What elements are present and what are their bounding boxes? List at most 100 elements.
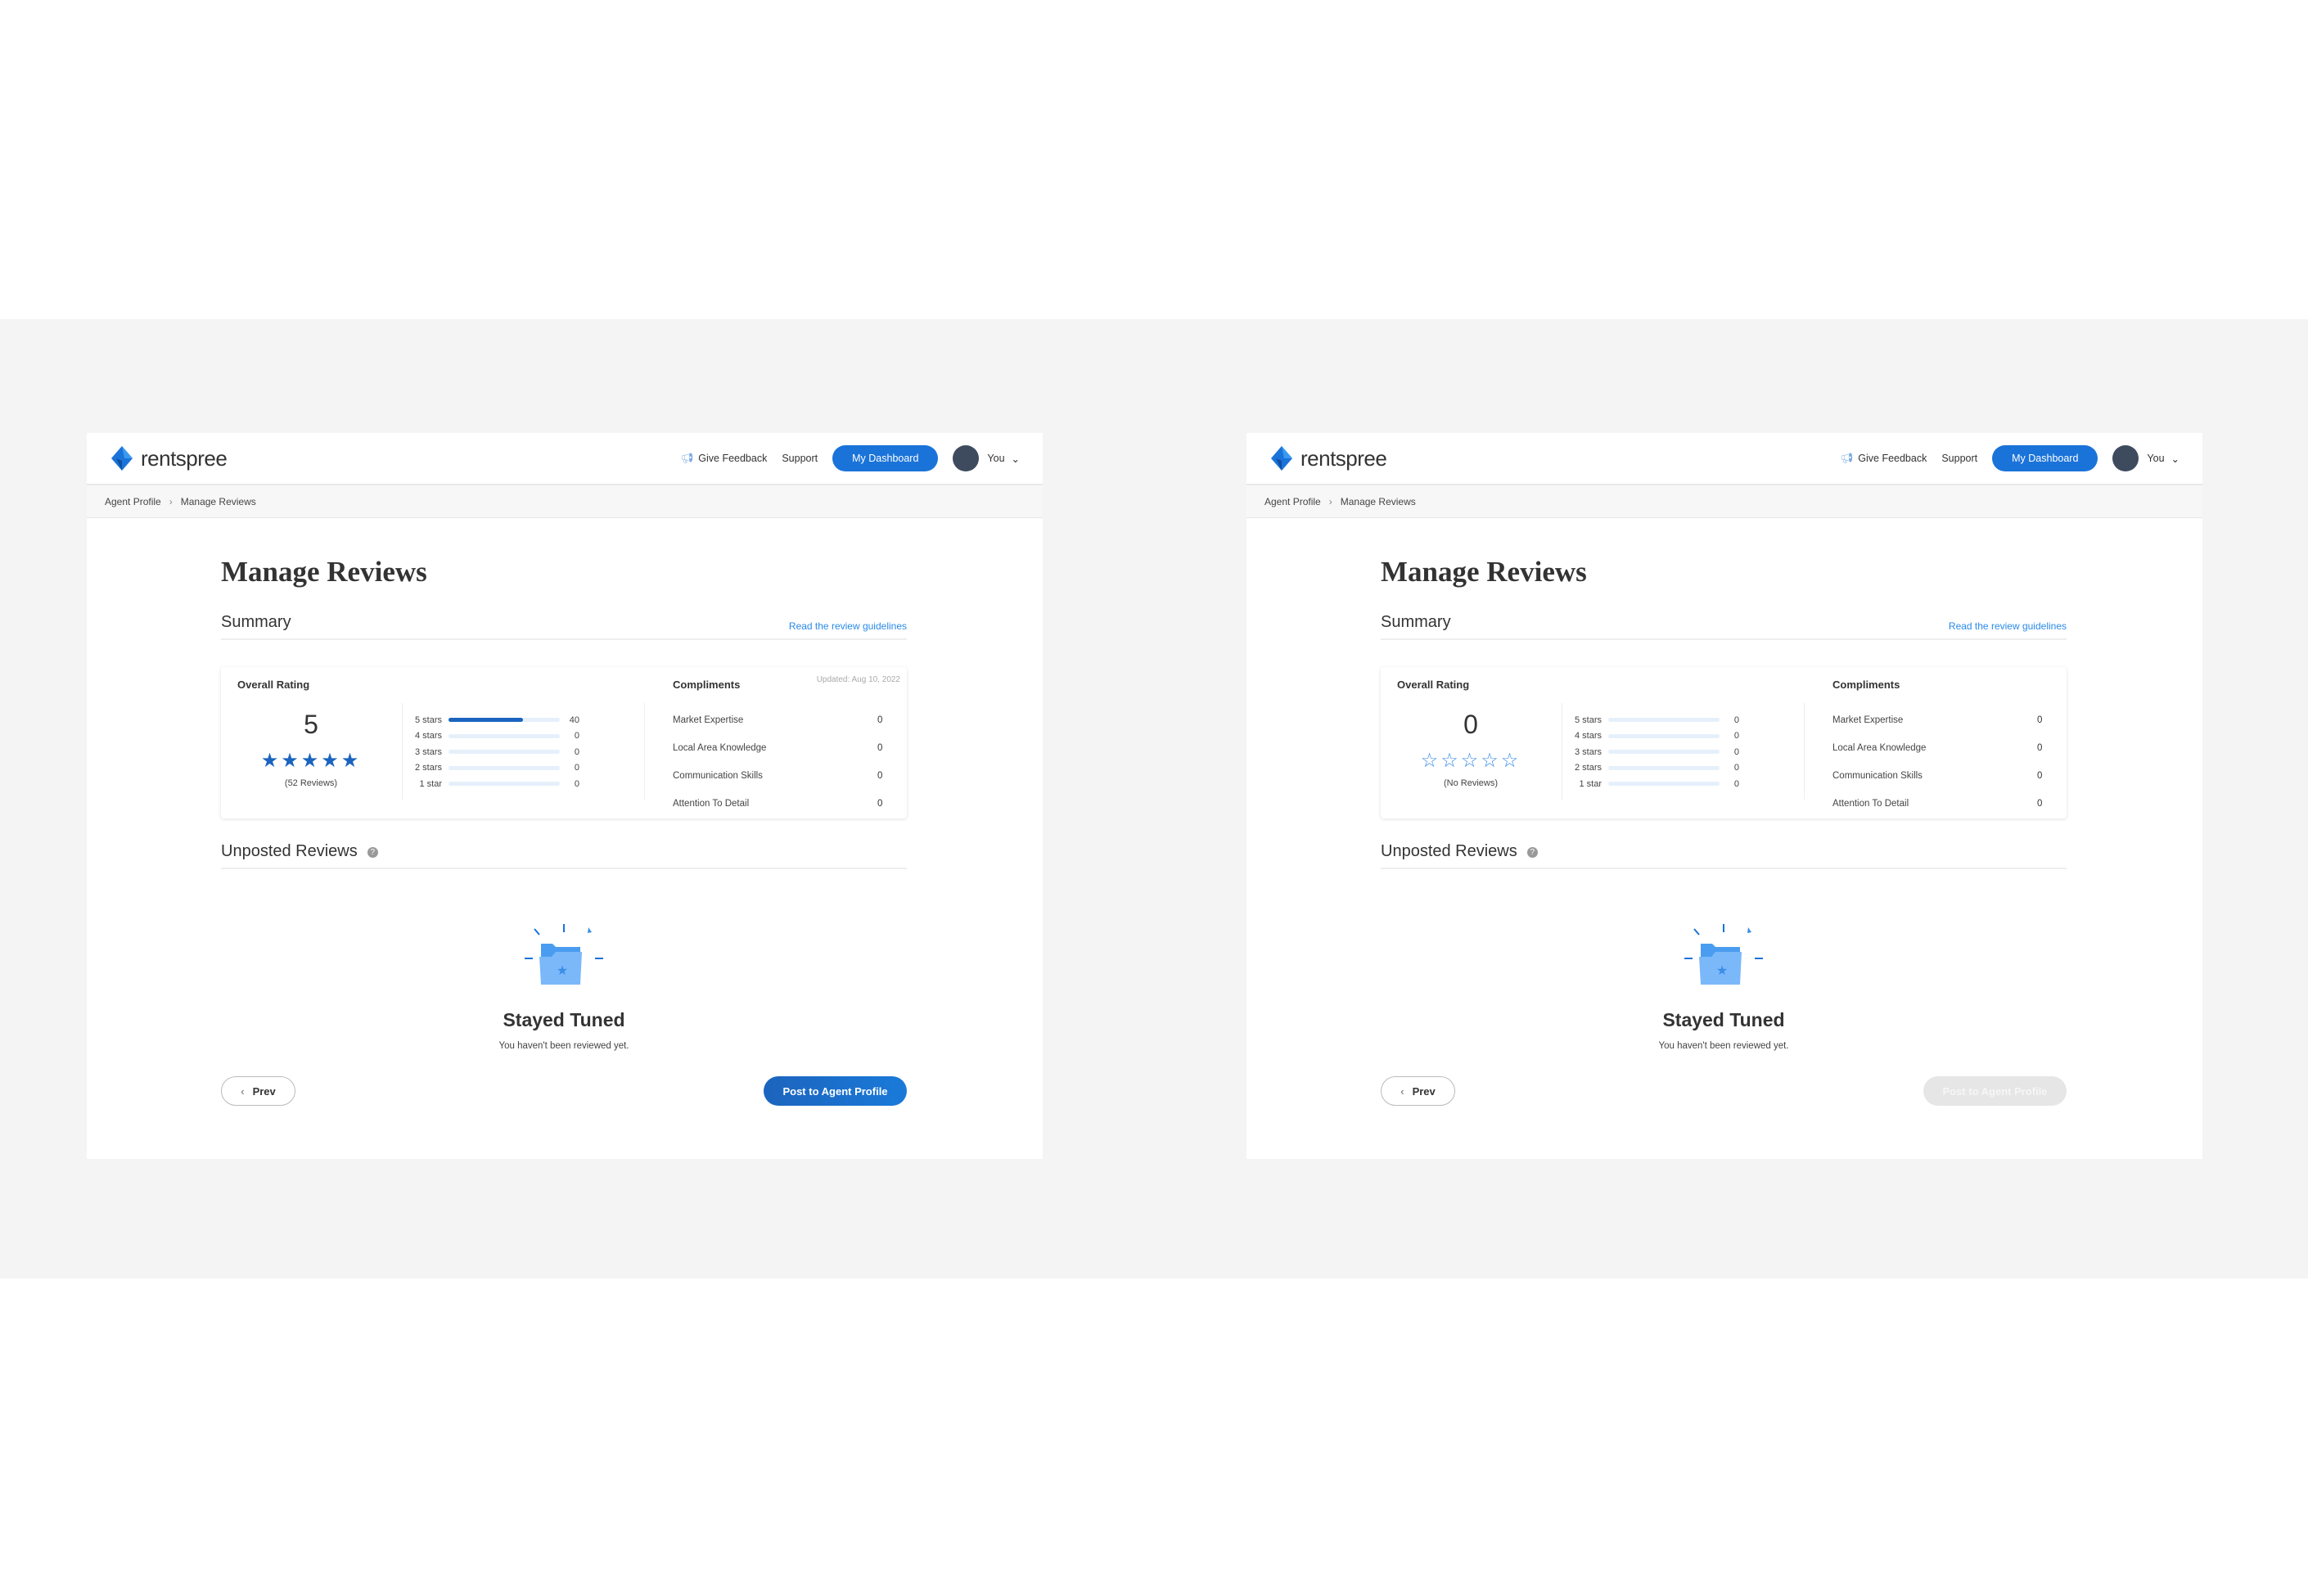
distribution-bar (1608, 765, 1720, 770)
review-guidelines-link[interactable]: Read the review guidelines (1949, 620, 2067, 632)
distribution-row: 3 stars 0 (409, 744, 581, 760)
feedback-label: Give Feedback (698, 453, 768, 464)
distribution-bar (449, 733, 560, 738)
distribution-label: 4 stars (1574, 731, 1602, 742)
star-filled-icon: ★ (260, 750, 282, 772)
rating-distribution: 5 stars 0 4 stars 0 3 stars 0 2 stars 0 1 star 0 (1569, 712, 1741, 792)
post-to-agent-profile-button[interactable]: Post to Agent Profile (1923, 1076, 2067, 1106)
breadcrumb-agent-profile[interactable]: Agent Profile (105, 496, 161, 507)
help-icon[interactable]: ? (1526, 847, 1538, 858)
compliments-list: Market Expertise 0 Local Area Knowledge 0 Co… (673, 706, 894, 818)
user-name: You (987, 453, 1005, 464)
distribution-value: 0 (574, 746, 579, 757)
star-filled-icon: ★ (300, 750, 322, 772)
compliment-value: 0 (877, 771, 883, 781)
empty-state-text: You haven't been reviewed yet. (1658, 1041, 1789, 1051)
summary-card: Overall Rating Updated: Aug 10, 2022 5 ★… (221, 667, 907, 818)
summary-heading: Summary (1381, 613, 1451, 631)
compliment-value: 0 (2037, 771, 2043, 781)
prev-button[interactable]: ‹ Prev (221, 1076, 295, 1106)
compliment-label: Market Expertise (673, 715, 744, 725)
distribution-label: 3 stars (1574, 746, 1602, 757)
overall-rating-label: Overall Rating (1397, 679, 1470, 691)
distribution-label: 1 star (419, 778, 442, 789)
distribution-row: 4 stars 0 (409, 728, 581, 745)
distribution-row: 5 stars 40 (409, 712, 581, 728)
divider (644, 703, 645, 800)
logo-icon (1271, 446, 1292, 471)
compliments-label: Compliments (1832, 679, 1900, 691)
support-link[interactable]: Support (782, 453, 818, 464)
star-filled-icon: ★ (281, 750, 301, 772)
manage-reviews-panel: rentspree 📢︎ Give Feedback Support My Das… (87, 433, 1043, 1159)
compliment-label: Communication Skills (1832, 771, 1923, 781)
distribution-bar (449, 765, 560, 770)
my-dashboard-button[interactable]: My Dashboard (1992, 445, 2098, 471)
compliment-row: Communication Skills 0 (1832, 762, 2053, 790)
review-guidelines-link[interactable]: Read the review guidelines (789, 620, 907, 632)
distribution-label: 2 stars (414, 763, 442, 773)
distribution-value: 40 (569, 715, 579, 725)
distribution-value: 0 (1733, 778, 1739, 789)
give-feedback-link[interactable]: 📢︎ Give Feedback (1840, 453, 1927, 465)
post-to-agent-profile-button[interactable]: Post to Agent Profile (764, 1076, 907, 1106)
star-outline-icon: ☆ (1420, 750, 1441, 772)
logo-text: rentspree (141, 445, 228, 471)
my-dashboard-button[interactable]: My Dashboard (832, 445, 939, 471)
review-count: (No Reviews) (1443, 778, 1498, 788)
distribution-label: 5 stars (414, 715, 442, 725)
compliment-row: Attention To Detail 0 (673, 790, 894, 818)
summary-card: Overall Rating 0 ☆☆☆☆☆ (No Reviews) 5 st… (1381, 667, 2067, 818)
compliment-row: Market Expertise 0 (673, 706, 894, 734)
empty-state-title: Stayed Tuned (1662, 1009, 1785, 1030)
megaphone-icon: 📢︎ (680, 452, 694, 464)
chevron-left-icon: ‹ (241, 1084, 245, 1098)
distribution-bar (1608, 733, 1720, 738)
review-count: (52 Reviews) (284, 778, 338, 788)
chevron-down-icon: ⌄ (1011, 453, 1020, 465)
rentspree-logo[interactable]: rentspree (1268, 444, 1387, 472)
star-filled-icon: ★ (321, 750, 341, 772)
user-menu[interactable]: You ⌄ (987, 453, 1020, 465)
user-menu[interactable]: You ⌄ (2147, 453, 2180, 465)
breadcrumb-agent-profile[interactable]: Agent Profile (1264, 496, 1321, 507)
star-outline-icon: ☆ (1460, 750, 1481, 772)
empty-folder-illustration: ★ (1684, 924, 1763, 985)
empty-folder-illustration: ★ (525, 924, 603, 985)
compliment-row: Communication Skills 0 (673, 762, 894, 790)
distribution-value: 0 (1733, 731, 1739, 742)
compliment-value: 0 (877, 799, 883, 809)
summary-section-header: Summary Read the review guidelines (221, 613, 907, 640)
compliments-label: Compliments (673, 679, 741, 691)
unposted-heading: Unposted Reviews (221, 842, 358, 860)
feedback-label: Give Feedback (1858, 453, 1927, 464)
avatar[interactable] (953, 445, 980, 471)
prev-label: Prev (252, 1084, 276, 1098)
compliment-value: 0 (877, 715, 883, 725)
prev-button[interactable]: ‹ Prev (1381, 1076, 1455, 1106)
support-link[interactable]: Support (1941, 453, 1977, 464)
distribution-bar (1608, 750, 1720, 755)
help-icon[interactable]: ? (367, 847, 378, 858)
distribution-label: 5 stars (1574, 715, 1602, 725)
distribution-value: 0 (574, 763, 579, 773)
unposted-section-header: Unposted Reviews ? (1381, 842, 2067, 869)
rentspree-logo[interactable]: rentspree (108, 444, 228, 472)
megaphone-icon: 📢︎ (1840, 452, 1854, 464)
top-nav: rentspree 📢︎ Give Feedback Support My Das… (1246, 433, 2202, 485)
compliment-label: Communication Skills (673, 771, 763, 781)
summary-heading: Summary (221, 613, 291, 631)
breadcrumb-manage-reviews: Manage Reviews (1340, 495, 1416, 507)
overall-rating-value: 0 (1463, 710, 1478, 739)
breadcrumb-manage-reviews: Manage Reviews (180, 495, 256, 507)
rating-stars: ☆☆☆☆☆ (1397, 749, 1544, 773)
compliment-value: 0 (2037, 799, 2043, 809)
give-feedback-link[interactable]: 📢︎ Give Feedback (680, 453, 767, 465)
distribution-label: 1 star (1579, 778, 1602, 789)
chevron-down-icon: ⌄ (2171, 453, 2180, 465)
avatar[interactable] (2112, 445, 2139, 471)
distribution-bar (1608, 782, 1720, 787)
distribution-value: 0 (574, 731, 579, 742)
breadcrumb: Agent Profile › Manage Reviews (1246, 485, 2202, 518)
breadcrumb: Agent Profile › Manage Reviews (87, 485, 1043, 518)
